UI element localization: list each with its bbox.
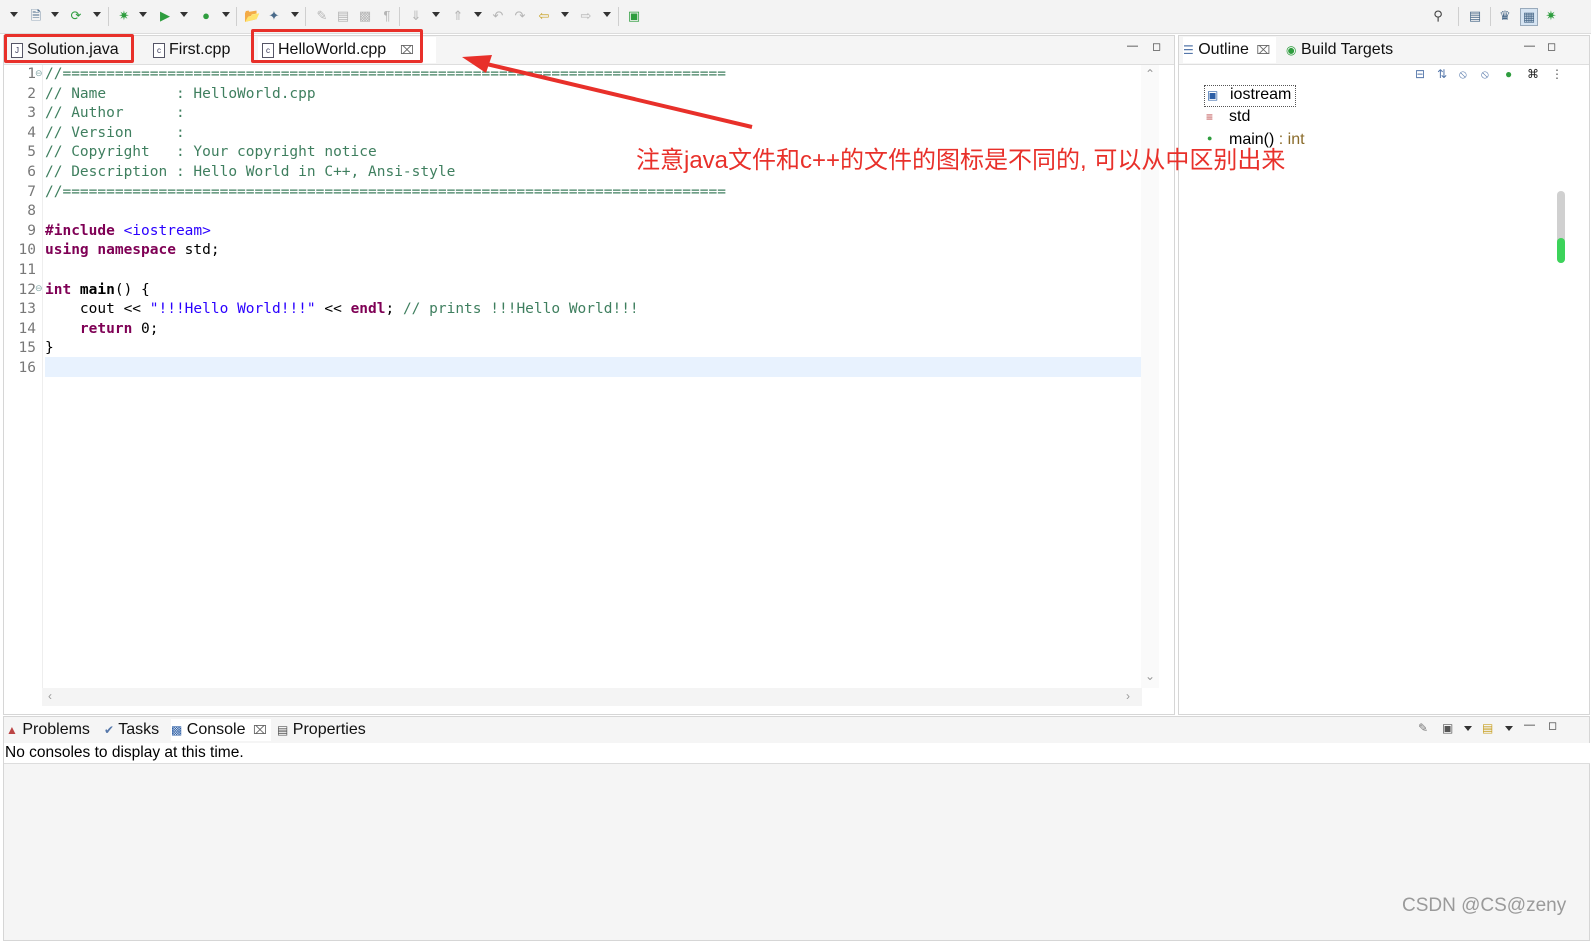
include-icon: ▣ [1207, 88, 1219, 102]
outline-item-label: iostream [1230, 86, 1292, 103]
tab-label: Console [186, 721, 246, 738]
bottom-tab-bar: ▲ Problems ✔ Tasks ▩ Console ⌧ ▤ Propert… [4, 717, 1589, 742]
problems-icon: ▲ [6, 723, 18, 737]
hide-fields-icon[interactable]: ⦸ [1459, 67, 1467, 82]
open-console-icon[interactable]: ▤ [1482, 721, 1493, 735]
maximize-icon[interactable]: ◻ [1547, 40, 1556, 53]
tab-console[interactable]: ▩ Console ⌧ [171, 719, 271, 741]
watermark: CSDN @CS@zeny [1402, 895, 1567, 916]
tab-outline[interactable]: ☰ Outline ⌧ [1183, 37, 1277, 63]
tab-properties[interactable]: ▤ Properties [277, 719, 366, 741]
tasks-icon: ✔ [104, 723, 115, 737]
console-message: No consoles to display at this time. [4, 743, 1590, 764]
outline-item-std[interactable]: ≡ std [1204, 108, 1294, 128]
hide-non-public-icon[interactable]: ● [1505, 67, 1512, 81]
dropdown-arrow-icon[interactable] [1505, 726, 1513, 731]
outline-panel: ☰ Outline ⌧ ◉ Build Targets — ◻ ⊟ ⇅ ⦸ ⦸ … [1178, 35, 1590, 715]
arrow-head [462, 55, 492, 73]
outline-icon: ☰ [1183, 43, 1194, 57]
tab-label: Problems [22, 721, 90, 738]
hide-static-icon[interactable]: ⦸ [1481, 67, 1489, 82]
maximize-icon[interactable]: ◻ [1548, 719, 1557, 732]
tab-problems[interactable]: ▲ Problems [6, 719, 90, 741]
close-icon[interactable]: ⌧ [253, 723, 267, 737]
arrow-shaft [477, 60, 753, 129]
collapse-all-icon[interactable]: ⊟ [1415, 67, 1425, 81]
sort-icon[interactable]: ⇅ [1437, 67, 1447, 81]
console-icon: ▩ [171, 723, 183, 737]
annotation-text: 注意java文件和c++的文件的图标是不同的, 可以从中区别出来 [636, 147, 1286, 174]
tab-build-targets[interactable]: ◉ Build Targets [1286, 37, 1393, 63]
view-menu-icon[interactable]: ⋮ [1551, 67, 1563, 81]
tab-label: Outline [1198, 41, 1249, 58]
properties-icon: ▤ [277, 723, 289, 737]
tab-label: Build Targets [1300, 41, 1394, 58]
minimize-icon[interactable]: — [1524, 40, 1535, 52]
pin-console-icon[interactable]: ✎ [1418, 721, 1428, 735]
outline-item-iostream[interactable]: ▣ iostream [1204, 85, 1296, 107]
group-includes-icon[interactable]: ⌘ [1527, 67, 1539, 81]
minimize-icon[interactable]: — [1524, 719, 1535, 731]
outline-item-label: std [1229, 108, 1251, 125]
outline-tab-bar: ☰ Outline ⌧ ◉ Build Targets — ◻ [1179, 36, 1589, 65]
bottom-panel: ▲ Problems ✔ Tasks ▩ Console ⌧ ▤ Propert… [3, 716, 1590, 941]
display-console-icon[interactable]: ▣ [1442, 721, 1453, 735]
tab-label: Properties [292, 721, 366, 738]
dropdown-arrow-icon[interactable] [1464, 726, 1472, 731]
close-icon[interactable]: ⌧ [1256, 43, 1270, 57]
scroll-indicator [1557, 238, 1565, 263]
namespace-icon: ≡ [1206, 110, 1214, 124]
tab-label: Tasks [118, 721, 160, 738]
tab-tasks[interactable]: ✔ Tasks [104, 719, 159, 741]
build-targets-icon: ◉ [1286, 43, 1297, 57]
